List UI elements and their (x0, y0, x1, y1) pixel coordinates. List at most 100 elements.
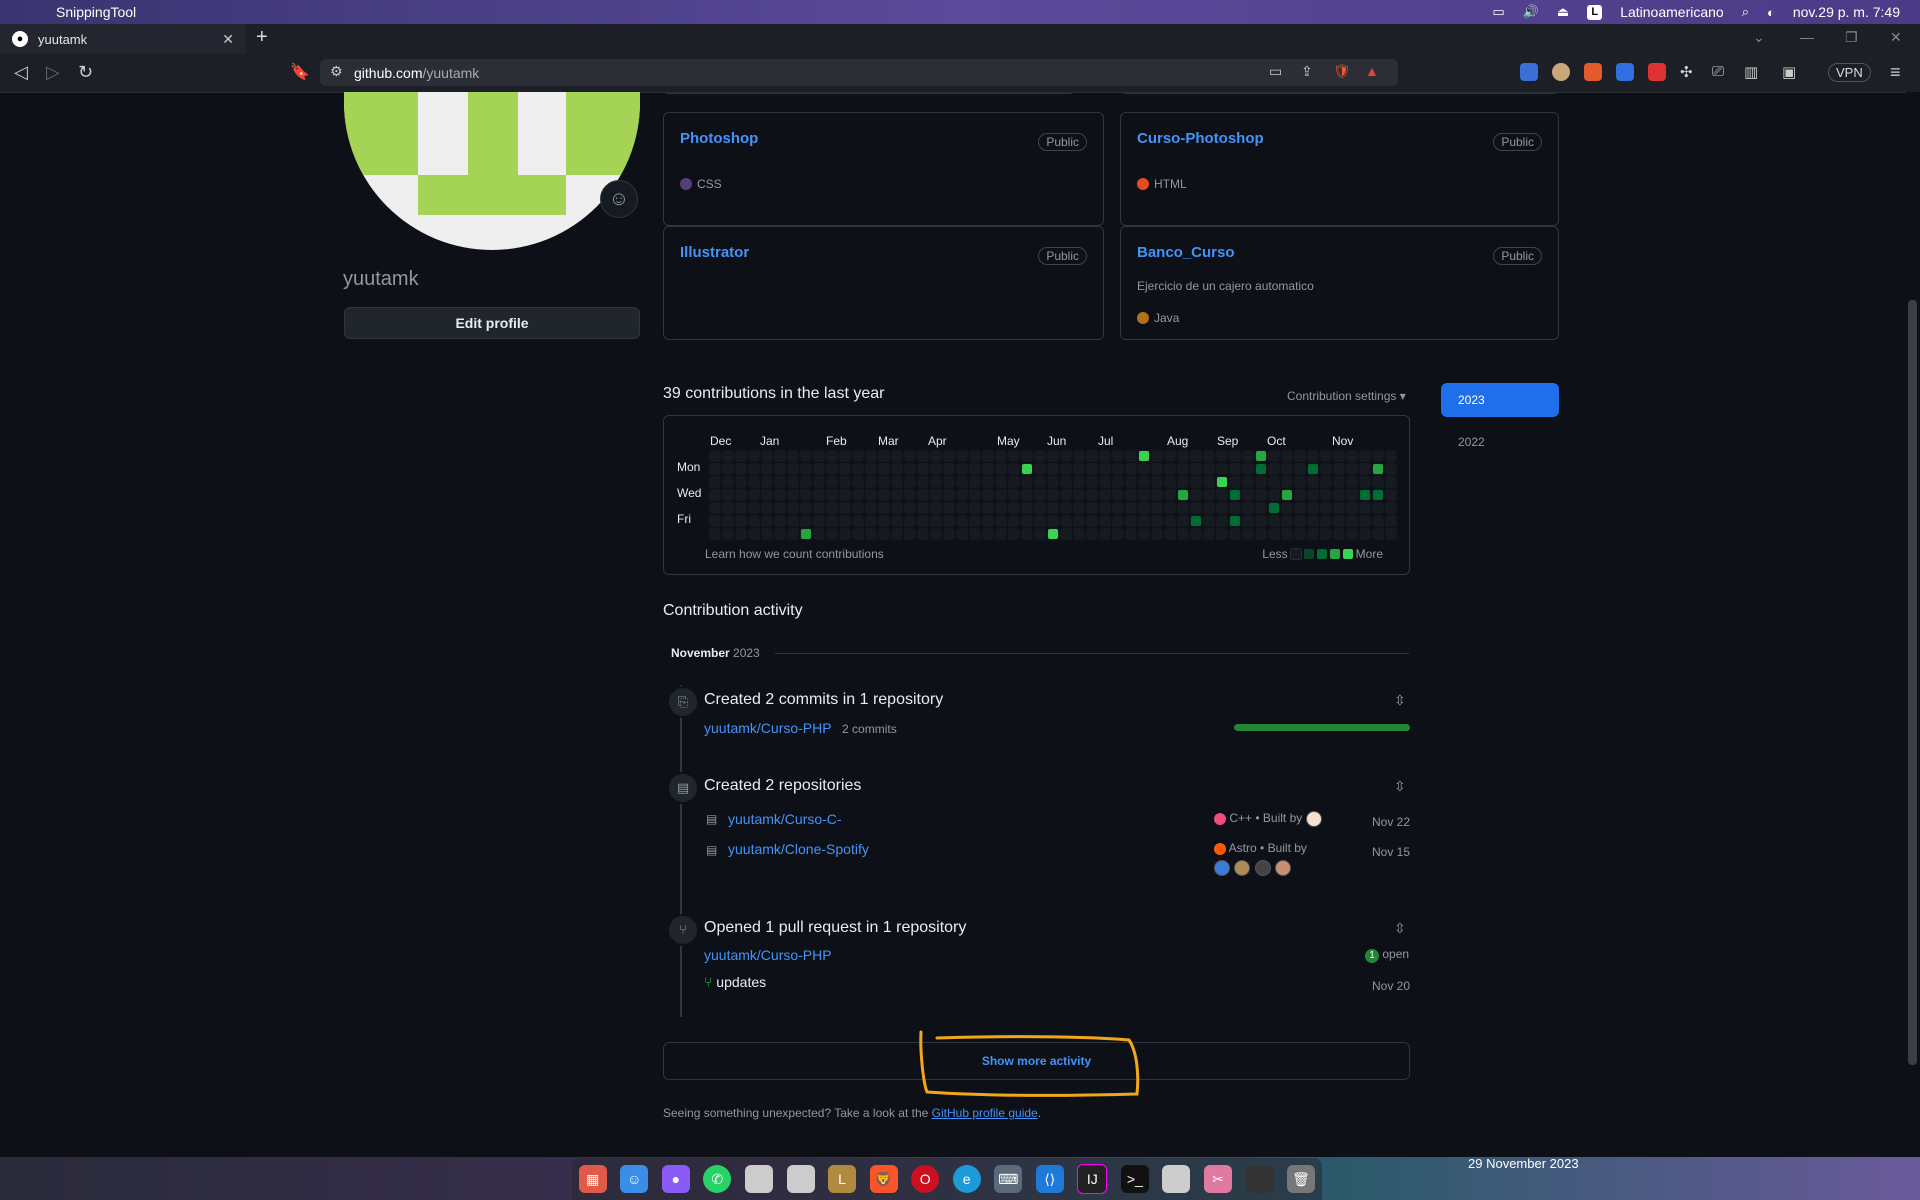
contribution-day-cell[interactable] (1333, 463, 1345, 475)
contribution-day-cell[interactable] (943, 463, 955, 475)
contribution-day-cell[interactable] (813, 515, 825, 527)
brave-icon[interactable]: 🦁 (869, 1165, 898, 1193)
app-icon[interactable] (786, 1165, 815, 1193)
contribution-day-cell[interactable] (1242, 476, 1254, 488)
contribution-day-cell[interactable] (1372, 450, 1384, 462)
menubar-clock[interactable]: nov.29 p. m. 7:49 (1793, 4, 1900, 20)
contribution-day-cell[interactable] (1255, 450, 1267, 462)
contribution-day-cell[interactable] (1216, 515, 1228, 527)
collapse-icon[interactable]: ⇳ (1394, 692, 1406, 709)
contribution-day-cell[interactable] (930, 476, 942, 488)
contribution-day-cell[interactable] (1125, 489, 1137, 501)
launchpad-icon[interactable]: ▦ (578, 1165, 607, 1193)
contribution-day-cell[interactable] (1112, 476, 1124, 488)
edge-icon[interactable]: e (952, 1165, 981, 1193)
collapse-icon[interactable]: ⇳ (1394, 920, 1406, 937)
repo-name-link[interactable]: Photoshop (680, 130, 758, 147)
contribution-day-cell[interactable] (1268, 502, 1280, 514)
contribution-day-cell[interactable] (995, 489, 1007, 501)
contribution-day-cell[interactable] (735, 450, 747, 462)
contribution-day-cell[interactable] (865, 489, 877, 501)
display-icon[interactable]: ▭ (1492, 4, 1504, 20)
contribution-day-cell[interactable] (1086, 450, 1098, 462)
contribution-day-cell[interactable] (1034, 502, 1046, 514)
contribution-day-cell[interactable] (1346, 450, 1358, 462)
contribution-day-cell[interactable] (1164, 528, 1176, 540)
contribution-day-cell[interactable] (1359, 489, 1371, 501)
contribution-day-cell[interactable] (735, 476, 747, 488)
contribution-day-cell[interactable] (1333, 450, 1345, 462)
contribution-day-cell[interactable] (800, 515, 812, 527)
contribution-day-cell[interactable] (787, 528, 799, 540)
profile-avatar[interactable] (344, 92, 640, 250)
contribution-day-cell[interactable] (1294, 528, 1306, 540)
sidebar-icon[interactable]: ▥ (1744, 63, 1762, 81)
contribution-day-cell[interactable] (787, 450, 799, 462)
contribution-day-cell[interactable] (774, 515, 786, 527)
pr-repo-link[interactable]: yuutamk/Curso-PHP (704, 947, 832, 963)
contribution-day-cell[interactable] (1034, 450, 1046, 462)
contribution-day-cell[interactable] (1138, 502, 1150, 514)
vscode-icon[interactable]: ⟨⟩ (1035, 1165, 1064, 1193)
contribution-day-cell[interactable] (1112, 463, 1124, 475)
contribution-day-cell[interactable] (865, 463, 877, 475)
contribution-day-cell[interactable] (956, 515, 968, 527)
brave-rewards-icon[interactable]: ▲ (1365, 63, 1379, 79)
contribution-day-cell[interactable] (1177, 476, 1189, 488)
contribution-day-cell[interactable] (891, 489, 903, 501)
contribution-day-cell[interactable] (1190, 450, 1202, 462)
contribution-day-cell[interactable] (1333, 476, 1345, 488)
contribution-day-cell[interactable] (839, 489, 851, 501)
cast-icon[interactable]: ▭ (1269, 63, 1282, 80)
contribution-day-cell[interactable] (930, 502, 942, 514)
contribution-day-cell[interactable] (774, 528, 786, 540)
contribution-day-cell[interactable] (969, 515, 981, 527)
contribution-day-cell[interactable] (1125, 476, 1137, 488)
contribution-day-cell[interactable] (1138, 528, 1150, 540)
contributor-avatar[interactable] (1275, 859, 1292, 876)
contribution-day-cell[interactable] (1177, 463, 1189, 475)
contribution-day-cell[interactable] (1229, 502, 1241, 514)
contribution-day-cell[interactable] (1047, 450, 1059, 462)
contribution-day-cell[interactable] (1021, 528, 1033, 540)
extension-icon[interactable] (1552, 63, 1570, 81)
contribution-day-cell[interactable] (1203, 502, 1215, 514)
contribution-day-cell[interactable] (982, 476, 994, 488)
contribution-day-cell[interactable] (813, 463, 825, 475)
contribution-day-cell[interactable] (761, 489, 773, 501)
created-repo-link[interactable]: yuutamk/Clone-Spotify (728, 841, 869, 857)
contribution-day-cell[interactable] (774, 476, 786, 488)
contribution-day-cell[interactable] (709, 489, 721, 501)
contribution-day-cell[interactable] (1346, 502, 1358, 514)
contribution-day-cell[interactable] (878, 463, 890, 475)
active-app-name[interactable]: SnippingTool (56, 4, 136, 20)
contribution-day-cell[interactable] (1268, 528, 1280, 540)
contribution-day-cell[interactable] (1281, 476, 1293, 488)
contribution-day-cell[interactable] (1216, 489, 1228, 501)
contribution-day-cell[interactable] (800, 450, 812, 462)
contribution-day-cell[interactable] (943, 489, 955, 501)
contribution-day-cell[interactable] (865, 515, 877, 527)
contribution-day-cell[interactable] (1086, 528, 1098, 540)
contribution-day-cell[interactable] (800, 476, 812, 488)
contribution-day-cell[interactable] (748, 502, 760, 514)
contribution-day-cell[interactable] (1060, 502, 1072, 514)
contribution-day-cell[interactable] (748, 489, 760, 501)
contribution-day-cell[interactable] (1073, 463, 1085, 475)
contribution-day-cell[interactable] (1008, 450, 1020, 462)
contribution-day-cell[interactable] (1008, 502, 1020, 514)
commit-repo-link[interactable]: yuutamk/Curso-PHP (704, 720, 832, 736)
contribution-day-cell[interactable] (709, 528, 721, 540)
contribution-day-cell[interactable] (917, 463, 929, 475)
contribution-day-cell[interactable] (813, 476, 825, 488)
contribution-day-cell[interactable] (878, 489, 890, 501)
contribution-day-cell[interactable] (1138, 476, 1150, 488)
contribution-day-cell[interactable] (800, 502, 812, 514)
contribution-day-cell[interactable] (761, 502, 773, 514)
contribution-day-cell[interactable] (969, 528, 981, 540)
contribution-day-cell[interactable] (1151, 515, 1163, 527)
contribution-day-cell[interactable] (787, 463, 799, 475)
contribution-day-cell[interactable] (852, 528, 864, 540)
app-icon[interactable] (1245, 1165, 1274, 1193)
contribution-day-cell[interactable] (943, 450, 955, 462)
